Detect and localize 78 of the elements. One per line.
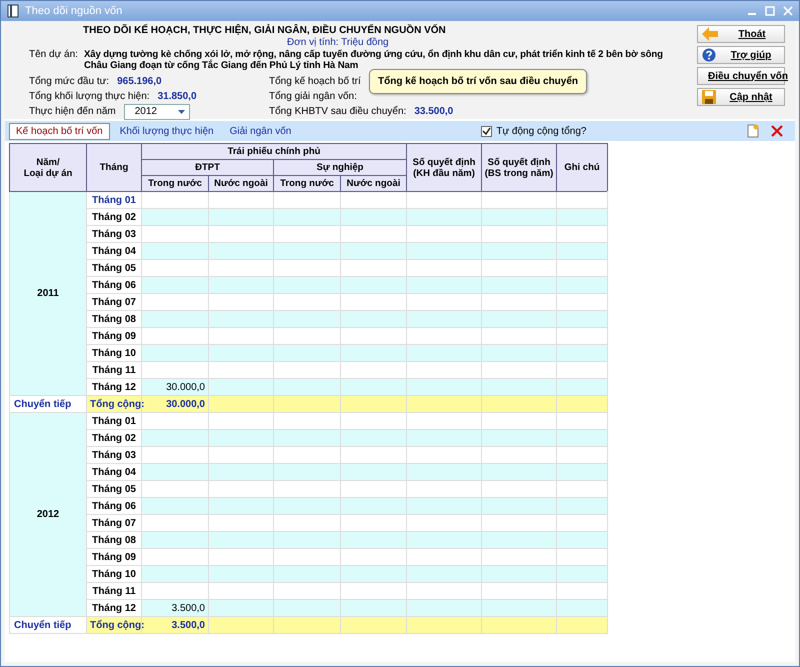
month-cell[interactable]: Tháng 09 bbox=[86, 548, 142, 566]
help-icon bbox=[702, 48, 716, 62]
tooltip: Tổng kế hoạch bố trí vốn sau điều chuyển bbox=[369, 69, 588, 94]
month-cell[interactable]: Tháng 10 bbox=[86, 344, 142, 362]
field-value: 965.196,0 bbox=[117, 76, 162, 87]
field-label: Tổng kế hoạch bố trí bbox=[269, 76, 361, 87]
book-icon bbox=[7, 4, 19, 18]
month-cell[interactable]: Tháng 04 bbox=[86, 242, 142, 260]
caret-icon bbox=[178, 110, 185, 114]
window-title: Theo dõi nguồn vốn bbox=[25, 5, 122, 17]
field-label: Tổng giải ngân vốn: bbox=[269, 91, 357, 102]
field-value: 33.500,0 bbox=[414, 106, 454, 117]
field-value: 31.850,0 bbox=[158, 91, 197, 102]
month-cell[interactable]: Tháng 11 bbox=[86, 362, 142, 378]
project-name: Xây dựng tường kè chống xói lở, mở rộng, nâng cấp tuyến đường ứng cứu, ổn định khu dân cư, phát triển kinh tế 2 bên bờ sông Châu Giang đoạn từ cống Tắc Giang đến Phủ Lý tỉnh Hà Nam bbox=[84, 49, 664, 71]
tab[interactable]: Giải ngân vốn bbox=[224, 124, 298, 138]
column-header: Số quyết định (KH đầu năm) bbox=[406, 144, 482, 192]
month-cell[interactable]: Tháng 03 bbox=[86, 226, 142, 242]
field-label: Tổng mức đầu tư: bbox=[29, 76, 110, 87]
month-cell[interactable]: Tháng 05 bbox=[86, 480, 142, 498]
month-cell[interactable]: Tháng 10 bbox=[86, 566, 142, 582]
month-cell[interactable]: Tháng 07 bbox=[86, 294, 142, 310]
column-header: Ghi chú bbox=[556, 144, 608, 192]
checkbox[interactable] bbox=[481, 126, 492, 136]
month-cell[interactable]: Tháng 04 bbox=[86, 464, 142, 480]
field-label: Tổng khối lượng thực hiện: bbox=[29, 91, 150, 102]
total-cell: 30.000,0 bbox=[142, 396, 208, 412]
month-cell[interactable]: Tháng 03 bbox=[86, 446, 142, 464]
tab[interactable]: Khối lượng thực hiện bbox=[114, 124, 220, 138]
month-cell[interactable]: Tháng 12 bbox=[86, 600, 142, 616]
month-cell[interactable]: Tháng 09 bbox=[86, 328, 142, 344]
carry-over-cell: Chuyển tiếp bbox=[10, 616, 86, 634]
column-header: Trong nước bbox=[274, 176, 340, 192]
field-label: Thực hiện đến năm bbox=[29, 106, 116, 117]
action-button[interactable]: Thoát bbox=[697, 25, 785, 43]
tab[interactable]: Kế hoạch bố trí vốn bbox=[9, 122, 110, 140]
project-label: Tên dự án: bbox=[29, 49, 78, 62]
month-cell[interactable]: Tháng 02 bbox=[86, 430, 142, 446]
month-cell[interactable]: Tháng 06 bbox=[86, 276, 142, 294]
carry-over-cell: Chuyển tiếp bbox=[10, 396, 86, 412]
close-icon[interactable] bbox=[783, 6, 793, 16]
column-header: Trái phiếu chính phủ bbox=[142, 144, 407, 160]
month-cell[interactable]: Tháng 01 bbox=[86, 192, 142, 208]
column-header: Số quyết định (BS trong năm) bbox=[482, 144, 557, 192]
total-label-cell: Tổng cộng: bbox=[86, 396, 142, 412]
month-cell[interactable]: Tháng 02 bbox=[86, 208, 142, 226]
column-header: ĐTPT bbox=[142, 160, 274, 176]
column-header: Nước ngoài bbox=[208, 176, 274, 192]
month-cell[interactable]: Tháng 07 bbox=[86, 514, 142, 532]
action-button[interactable]: Trợ giúp bbox=[697, 46, 785, 64]
month-cell[interactable]: Tháng 08 bbox=[86, 532, 142, 548]
total-label-cell: Tổng cộng: bbox=[86, 616, 142, 634]
column-header: Sự nghiệp bbox=[274, 160, 407, 176]
month-cell[interactable]: Tháng 08 bbox=[86, 310, 142, 328]
column-header: Tháng bbox=[86, 144, 142, 192]
month-cell[interactable]: Tháng 11 bbox=[86, 582, 142, 600]
column-header: Trong nước bbox=[142, 176, 208, 192]
total-cell: 3.500,0 bbox=[142, 616, 208, 634]
form-heading: THEO DÕI KẾ HOẠCH, THỰC HIỆN, GIẢI NGÂN, ĐIỀU CHUYỂN NGUỒN VỐN bbox=[82, 25, 447, 36]
new-document-icon[interactable] bbox=[747, 124, 759, 138]
arrow-left-icon bbox=[702, 27, 718, 41]
column-header: Nước ngoài bbox=[340, 176, 407, 192]
field-label: Tổng KHBTV sau điều chuyển: bbox=[269, 106, 406, 117]
month-cell[interactable]: Tháng 01 bbox=[86, 412, 142, 430]
year-cell: 2012 bbox=[10, 412, 86, 616]
year-cell: 2011 bbox=[10, 192, 86, 396]
year-dropdown[interactable]: 2012 bbox=[124, 104, 190, 120]
delete-icon[interactable] bbox=[771, 125, 783, 137]
maximize-icon[interactable] bbox=[765, 6, 775, 16]
month-cell[interactable]: Tháng 05 bbox=[86, 260, 142, 276]
checkbox-label: Tự động cộng tổng? bbox=[496, 126, 586, 136]
month-cell[interactable]: Tháng 12 bbox=[86, 378, 142, 396]
month-cell[interactable]: Tháng 06 bbox=[86, 498, 142, 514]
table-cell: 30.000,0 bbox=[142, 378, 208, 396]
unit-label: Đơn vị tính: Triệu đồng bbox=[286, 37, 390, 48]
action-button[interactable]: Cập nhật bbox=[697, 88, 785, 106]
table-cell: 3.500,0 bbox=[142, 600, 208, 616]
column-header: Năm/ Loại dự án bbox=[10, 144, 86, 192]
